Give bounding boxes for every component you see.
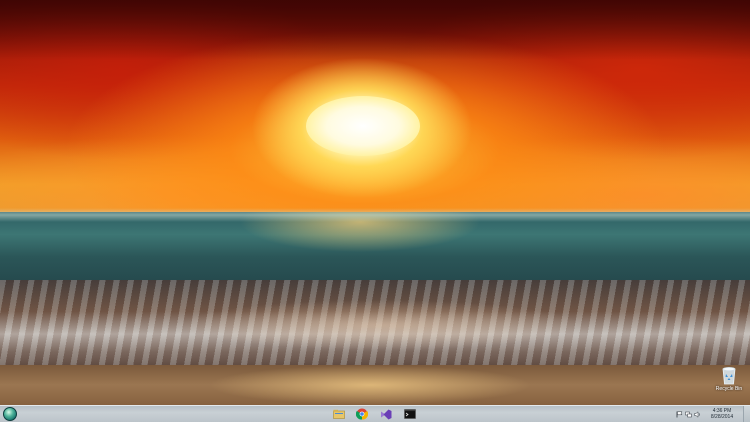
wallpaper-sea [0,212,750,287]
file-explorer-icon [333,409,345,419]
taskbar: 4:36 PM 8/28/2014 [0,405,750,422]
chrome-icon [356,408,368,420]
taskbar-clock[interactable]: 4:36 PM 8/28/2014 [703,408,741,420]
taskbar-pin-file-explorer[interactable] [332,407,346,421]
desktop-icon-recycle-bin[interactable]: Recycle Bin [712,366,746,392]
recycle-bin-icon [722,367,736,385]
flag-icon[interactable] [676,411,683,418]
wallpaper-sand [0,365,750,405]
start-button[interactable] [3,407,17,421]
desktop-icon-label: Recycle Bin [715,386,743,392]
terminal-icon [404,409,416,419]
system-tray: 4:36 PM 8/28/2014 [676,406,750,422]
volume-icon[interactable] [694,410,701,418]
clock-date: 8/28/2014 [710,414,734,420]
wallpaper-clouds [0,0,750,60]
wallpaper-sun [306,96,420,156]
taskbar-pin-terminal[interactable] [403,407,417,421]
taskbar-pin-chrome[interactable] [355,407,369,421]
wallpaper-wave-crest [0,208,750,222]
network-icon[interactable] [685,411,692,418]
visual-studio-icon [381,409,392,419]
wallpaper-surf [0,280,750,370]
desktop-wallpaper [0,0,750,405]
show-desktop-button[interactable] [743,406,750,422]
taskbar-pin-visual-studio[interactable] [379,407,393,421]
